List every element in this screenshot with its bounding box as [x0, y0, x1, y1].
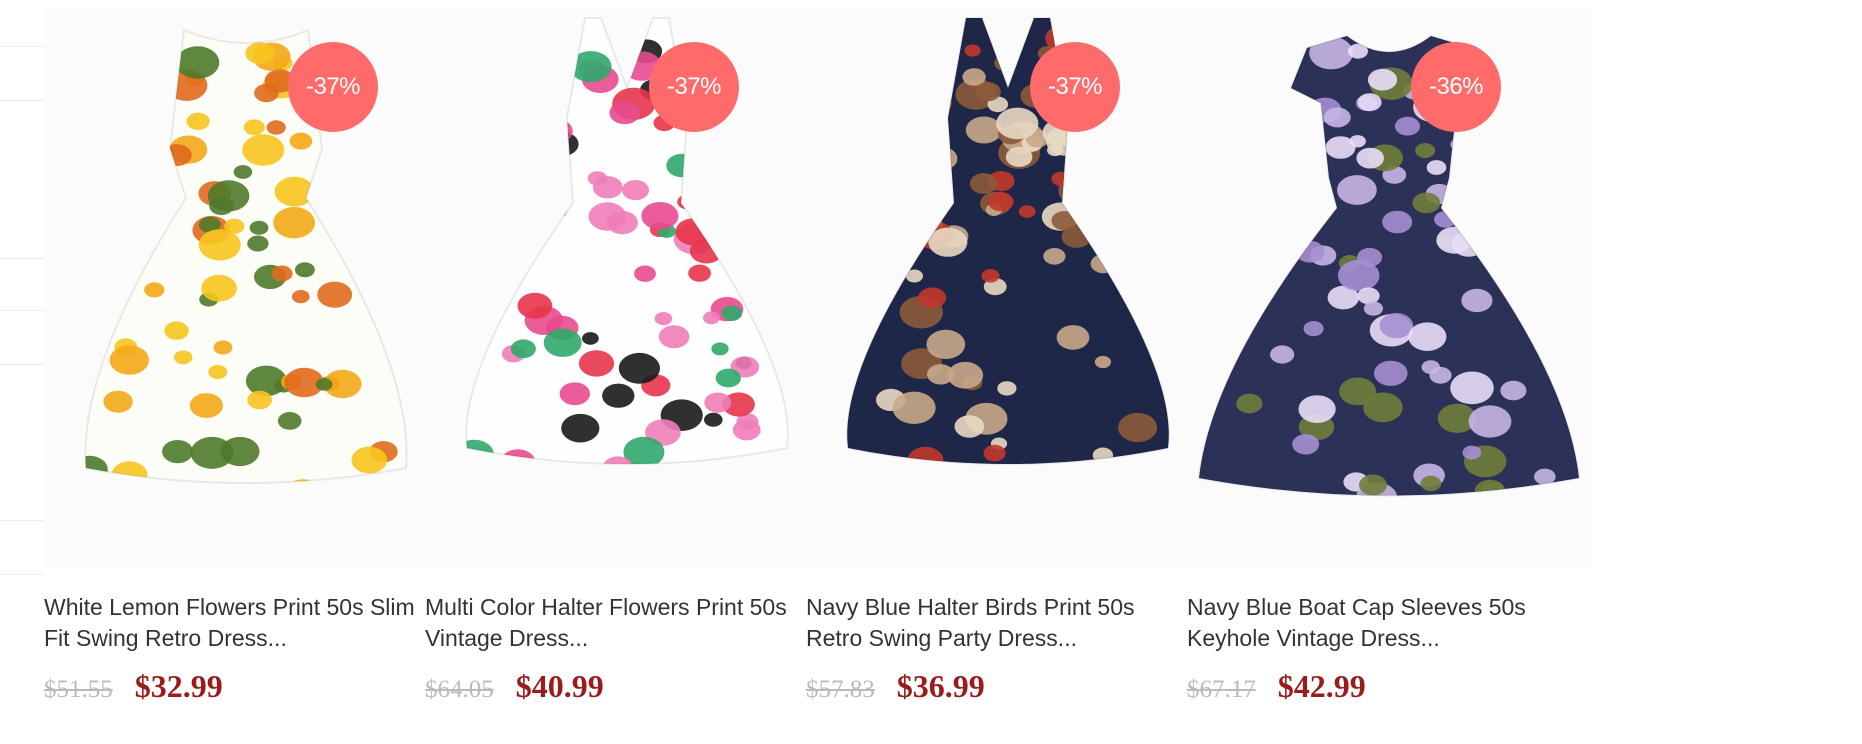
product-title-link[interactable]: Navy Blue Halter Birds Print 50s Retro S…: [806, 592, 1196, 654]
product-image[interactable]: [44, 8, 448, 568]
product-card[interactable]: -37% Multi Color Halter Flowers Print 50s…: [397, 0, 837, 744]
price-row: $67.17 $42.99: [1187, 668, 1366, 705]
product-card[interactable]: -37% White Lemon Flowers Print 50s Slim F…: [16, 0, 456, 744]
dress-image[interactable]: [806, 8, 1210, 568]
product-title-link[interactable]: Multi Color Halter Flowers Print 50s Vin…: [425, 592, 815, 654]
original-price: $67.17: [1187, 676, 1256, 703]
product-card[interactable]: -37% Navy Blue Halter Birds Print 50s Ret…: [778, 0, 1218, 744]
product-image[interactable]: [425, 8, 829, 568]
price-row: $57.83 $36.99: [806, 668, 985, 705]
discount-badge: -37%: [288, 42, 378, 132]
dress-image[interactable]: [425, 8, 829, 568]
discount-badge: -37%: [1030, 42, 1120, 132]
product-card[interactable]: -36% Navy Blue Boat Cap Sleeves 50s Keyho…: [1159, 0, 1599, 744]
sale-price: $40.99: [515, 668, 604, 704]
discount-badge: -37%: [649, 42, 739, 132]
sale-price: $32.99: [134, 668, 223, 704]
dress-image[interactable]: [44, 8, 448, 568]
dress-image[interactable]: [1187, 8, 1591, 568]
sale-price: $36.99: [896, 668, 985, 704]
sale-price: $42.99: [1277, 668, 1366, 704]
product-title-link[interactable]: White Lemon Flowers Print 50s Slim Fit S…: [44, 592, 434, 654]
original-price: $51.55: [44, 676, 113, 703]
original-price: $57.83: [806, 676, 875, 703]
product-title-link[interactable]: Navy Blue Boat Cap Sleeves 50s Keyhole V…: [1187, 592, 1577, 654]
original-price: $64.05: [425, 676, 494, 703]
price-row: $64.05 $40.99: [425, 668, 604, 705]
product-image[interactable]: [806, 8, 1210, 568]
discount-badge: -36%: [1411, 42, 1501, 132]
price-row: $51.55 $32.99: [44, 668, 223, 705]
product-image[interactable]: [1187, 8, 1591, 568]
